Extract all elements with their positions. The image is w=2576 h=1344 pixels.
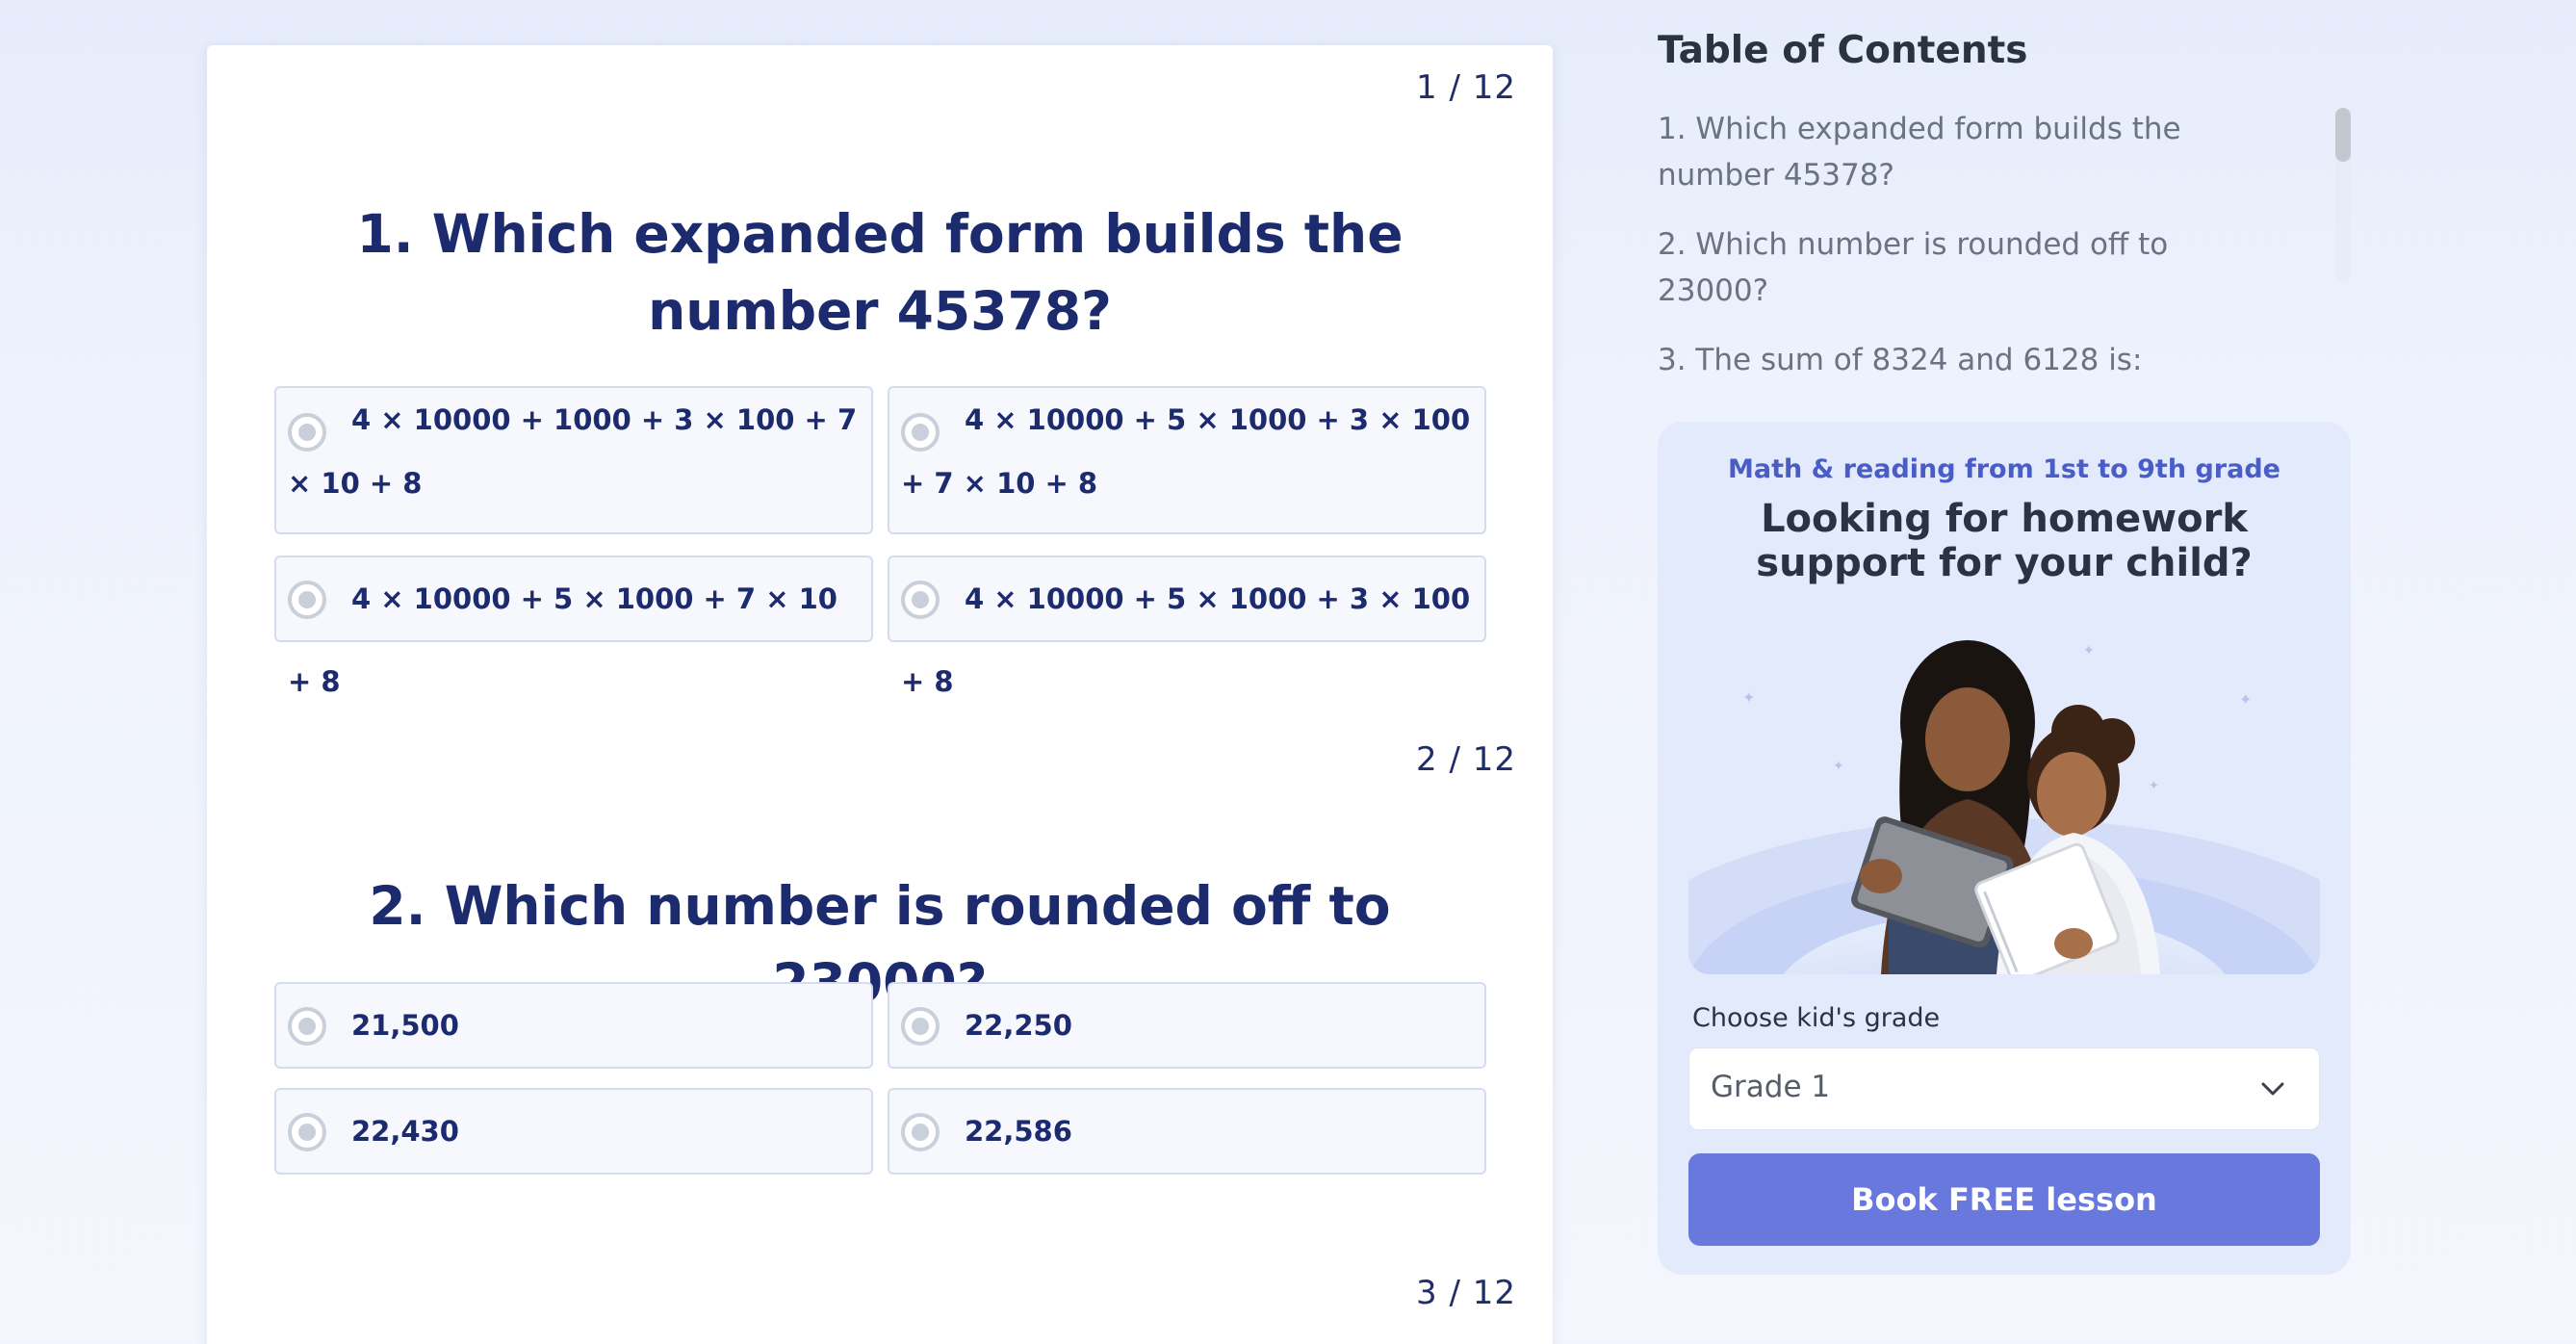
- question-counter: 3 / 12: [1416, 1274, 1516, 1312]
- radio-icon[interactable]: [901, 413, 940, 452]
- radio-icon[interactable]: [288, 581, 326, 619]
- svg-text:✦: ✦: [2083, 643, 2095, 659]
- answer-option[interactable]: 22,586: [888, 1088, 1486, 1175]
- grade-select-value: Grade 1: [1711, 1070, 1831, 1104]
- radio-icon[interactable]: [901, 581, 940, 619]
- option-label: 4 × 10000 + 5 × 1000 + 3 × 100 + 8: [901, 582, 1471, 698]
- option-label: 4 × 10000 + 5 × 1000 + 7 × 10 + 8: [288, 582, 837, 698]
- radio-icon[interactable]: [901, 1007, 940, 1046]
- answer-option[interactable]: 4 × 10000 + 5 × 1000 + 3 × 100 + 7 × 10 …: [888, 386, 1486, 534]
- grade-select[interactable]: Grade 1: [1688, 1047, 2320, 1130]
- mother-child-illustration: ✦ ✦ ✦ ✦ ✦: [1688, 635, 2320, 974]
- question-counter: 2 / 12: [1416, 740, 1516, 779]
- toc-item-3[interactable]: 3. The sum of 8324 and 6128 is:: [1658, 337, 2283, 383]
- promo-title: Looking for homework support for your ch…: [1756, 497, 2253, 585]
- svg-text:✦: ✦: [2149, 779, 2159, 793]
- option-label: 22,430: [351, 1115, 459, 1148]
- book-free-lesson-button[interactable]: Book FREE lesson: [1688, 1153, 2320, 1246]
- answer-option[interactable]: 4 × 10000 + 5 × 1000 + 3 × 100 + 8: [888, 556, 1486, 698]
- toc-item-1[interactable]: 1. Which expanded form builds the number…: [1658, 106, 2283, 198]
- radio-icon[interactable]: [901, 1113, 940, 1151]
- radio-icon[interactable]: [288, 413, 326, 452]
- answer-option[interactable]: 22,430: [274, 1088, 873, 1175]
- svg-text:✦: ✦: [2239, 690, 2252, 709]
- answer-option[interactable]: 21,500: [274, 982, 873, 1069]
- answer-option[interactable]: 4 × 10000 + 1000 + 3 × 100 + 7 × 10 + 8: [274, 386, 873, 534]
- answer-option[interactable]: 4 × 10000 + 5 × 1000 + 7 × 10 + 8: [274, 556, 873, 698]
- option-label: 21,500: [351, 1009, 459, 1042]
- toc-item-2[interactable]: 2. Which number is rounded off to 23000?: [1658, 221, 2283, 314]
- promo-subtitle: Math & reading from 1st to 9th grade: [1728, 454, 2280, 484]
- toc-list: 1. Which expanded form builds the number…: [1658, 106, 2283, 406]
- svg-text:✦: ✦: [1833, 759, 1844, 774]
- question-counter: 1 / 12: [1416, 68, 1516, 107]
- option-label: 4 × 10000 + 5 × 1000 + 3 × 100 + 7 × 10 …: [901, 403, 1471, 500]
- chevron-down-icon: [2261, 1082, 2284, 1096]
- toc-title: Table of Contents: [1658, 29, 2028, 72]
- quiz-card: 1 / 12 1. Which expanded form builds the…: [207, 45, 1553, 1344]
- toc-scrollbar[interactable]: [2335, 108, 2351, 162]
- option-label: 22,250: [965, 1009, 1072, 1042]
- promo-card: Math & reading from 1st to 9th grade Loo…: [1658, 422, 2351, 1275]
- radio-icon[interactable]: [288, 1007, 326, 1046]
- question-title: 1. Which expanded form builds the number…: [356, 203, 1404, 342]
- option-label: 4 × 10000 + 1000 + 3 × 100 + 7 × 10 + 8: [288, 403, 858, 500]
- answer-option[interactable]: 22,250: [888, 982, 1486, 1069]
- option-label: 22,586: [965, 1115, 1072, 1148]
- grade-label: Choose kid's grade: [1692, 1003, 1941, 1033]
- radio-icon[interactable]: [288, 1113, 326, 1151]
- svg-text:✦: ✦: [1742, 688, 1755, 707]
